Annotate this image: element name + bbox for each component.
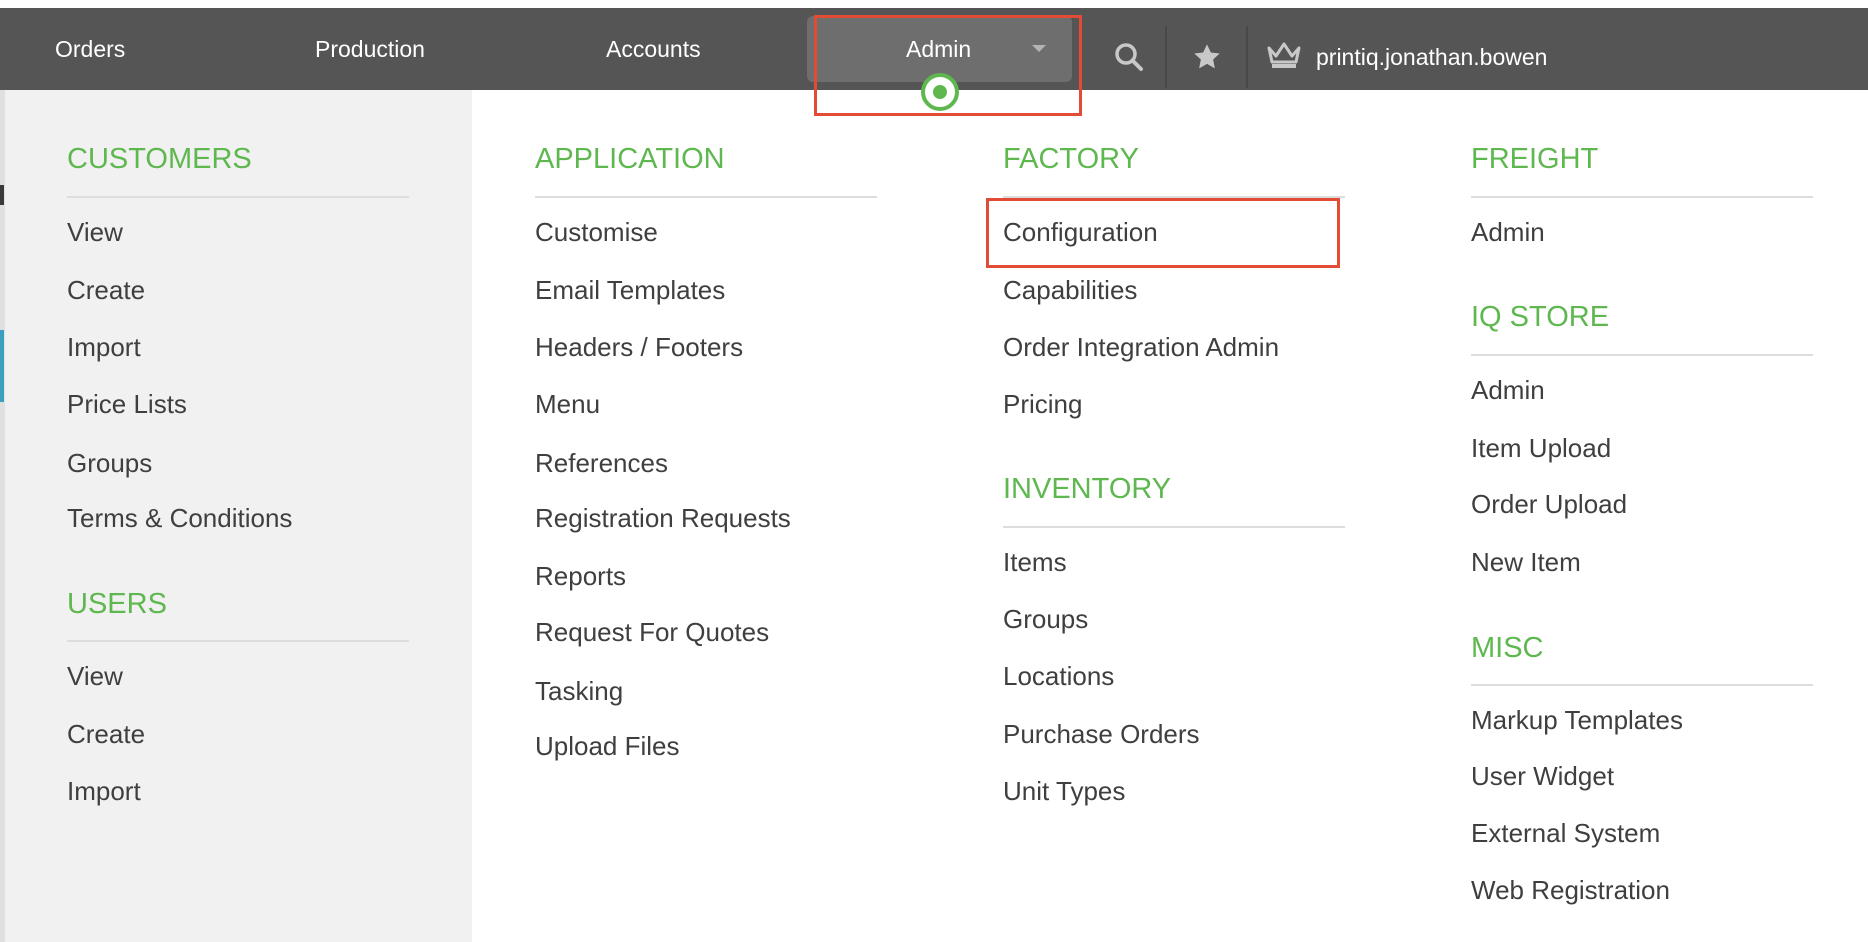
background-page-edge-mark <box>0 185 4 205</box>
menu-item-customers-view[interactable]: View <box>67 216 123 248</box>
menu-item-customers-groups[interactable]: Groups <box>67 447 152 479</box>
menu-item-application-tasking[interactable]: Tasking <box>535 675 623 707</box>
menu-item-factory-order-integration-admin[interactable]: Order Integration Admin <box>1003 331 1279 363</box>
favorites-button[interactable] <box>1185 16 1230 98</box>
background-page-edge <box>0 90 5 942</box>
menu-item-misc-user-widget[interactable]: User Widget <box>1471 760 1614 792</box>
section-title-freight: FREIGHT <box>1471 143 1599 175</box>
menu-item-inventory-purchase-orders[interactable]: Purchase Orders <box>1003 718 1200 750</box>
menu-item-misc-external-system[interactable]: External System <box>1471 817 1660 849</box>
menu-item-users-import[interactable]: Import <box>67 775 141 807</box>
active-menu-indicator-icon <box>921 73 959 111</box>
menu-item-misc-markup-templates[interactable]: Markup Templates <box>1471 704 1683 736</box>
menu-item-application-menu[interactable]: Menu <box>535 388 600 420</box>
menu-item-application-customise[interactable]: Customise <box>535 216 658 248</box>
navbar-divider <box>1246 26 1248 88</box>
star-icon <box>1194 44 1220 69</box>
menu-item-customers-terms[interactable]: Terms & Conditions <box>67 502 292 534</box>
section-title-iq-store: IQ STORE <box>1471 301 1610 333</box>
menu-item-iq-store-item-upload[interactable]: Item Upload <box>1471 432 1611 464</box>
menu-item-factory-pricing[interactable]: Pricing <box>1003 388 1082 420</box>
menu-item-customers-create[interactable]: Create <box>67 274 145 306</box>
menu-item-inventory-items[interactable]: Items <box>1003 546 1067 578</box>
menu-item-users-create[interactable]: Create <box>67 718 145 750</box>
menu-item-application-registration-requests[interactable]: Registration Requests <box>535 502 791 534</box>
username-label: printiq.jonathan.bowen <box>1316 44 1548 70</box>
chevron-down-icon <box>1032 45 1046 52</box>
section-divider <box>1003 196 1345 198</box>
section-divider <box>535 196 877 198</box>
menu-item-inventory-unit-types[interactable]: Unit Types <box>1003 775 1125 807</box>
menu-item-inventory-groups[interactable]: Groups <box>1003 603 1088 635</box>
section-divider <box>67 640 409 642</box>
section-divider <box>1471 196 1813 198</box>
menu-item-application-upload-files[interactable]: Upload Files <box>535 730 680 762</box>
nav-orders[interactable]: Orders <box>55 8 125 90</box>
menu-item-application-email-templates[interactable]: Email Templates <box>535 274 725 306</box>
menu-item-iq-store-order-upload[interactable]: Order Upload <box>1471 488 1627 520</box>
menu-item-freight-admin[interactable]: Admin <box>1471 216 1545 248</box>
top-strip <box>0 0 1868 8</box>
nav-production[interactable]: Production <box>315 8 425 90</box>
menu-item-misc-web-registration[interactable]: Web Registration <box>1471 874 1670 906</box>
menu-item-application-headers-footers[interactable]: Headers / Footers <box>535 331 743 363</box>
menu-item-customers-import[interactable]: Import <box>67 331 141 363</box>
menu-item-iq-store-admin[interactable]: Admin <box>1471 374 1545 406</box>
section-title-customers: CUSTOMERS <box>67 143 252 175</box>
menu-item-application-references[interactable]: References <box>535 447 668 479</box>
section-title-application: APPLICATION <box>535 143 725 175</box>
section-title-factory: FACTORY <box>1003 143 1139 175</box>
section-divider <box>1003 526 1345 528</box>
nav-accounts[interactable]: Accounts <box>606 8 701 90</box>
menu-item-users-view[interactable]: View <box>67 660 123 692</box>
menu-item-factory-configuration[interactable]: Configuration <box>1003 216 1158 248</box>
background-page-edge-highlight <box>0 330 4 402</box>
menu-item-application-reports[interactable]: Reports <box>535 560 626 592</box>
navbar-divider <box>1165 26 1167 88</box>
section-title-users: USERS <box>67 588 167 620</box>
menu-item-iq-store-new-item[interactable]: New Item <box>1471 546 1581 578</box>
section-divider <box>1471 684 1813 686</box>
menu-item-application-request-for-quotes[interactable]: Request For Quotes <box>535 616 769 648</box>
menu-item-customers-price-lists[interactable]: Price Lists <box>67 388 187 420</box>
search-button[interactable] <box>1100 16 1160 98</box>
menu-item-inventory-locations[interactable]: Locations <box>1003 660 1114 692</box>
section-divider <box>1471 354 1813 356</box>
section-title-inventory: INVENTORY <box>1003 473 1172 505</box>
section-title-misc: MISC <box>1471 632 1544 664</box>
search-icon <box>1115 43 1143 71</box>
crown-icon <box>1267 42 1301 68</box>
section-divider <box>67 196 409 198</box>
menu-item-factory-capabilities[interactable]: Capabilities <box>1003 274 1137 306</box>
